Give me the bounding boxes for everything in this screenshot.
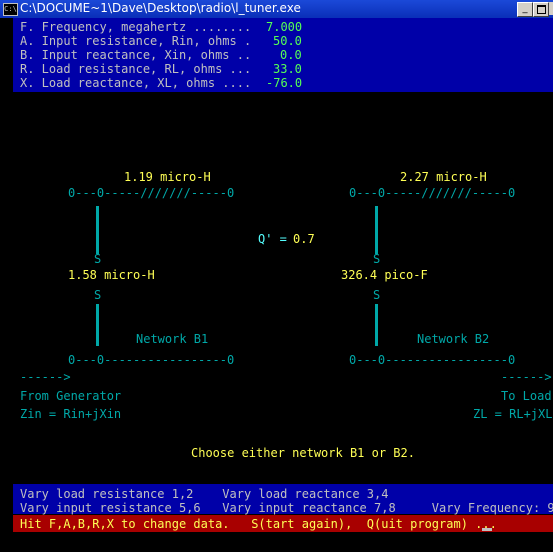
network-b2-series-value: 2.27 micro-H [400, 170, 487, 184]
window-title: C:\DOCUME~1\Dave\Desktop\radio\l_tuner.e… [20, 1, 301, 15]
network-b2-label: Network B2 [417, 332, 490, 346]
window-left-border [0, 18, 13, 552]
to-load-label: To Load [501, 389, 552, 403]
network-b1-series-value: 1.19 micro-H [124, 170, 211, 184]
close-button[interactable] [549, 2, 553, 15]
network-b1-bottom-wire: 0---0-----------------0 [68, 353, 235, 367]
network-b2-shunt-line-bottom [375, 304, 378, 346]
zin-formula: Zin = Rin+jXin [20, 407, 122, 421]
network-b2-bottom-wire: 0---0-----------------0 [349, 353, 516, 367]
network-b1-shunt-mark-top: S [94, 252, 102, 266]
param-input-resistance-label: A. Input resistance, Rin, ohms . [20, 34, 252, 48]
param-input-resistance-value: 50.0 [273, 34, 302, 48]
network-b2-shunt-mark-bottom: S [373, 288, 381, 302]
network-b2-top-wire: 0---0-----///////-----0 [349, 186, 516, 200]
network-b1-shunt-value: 1.58 micro-H [68, 268, 155, 282]
param-load-resistance-value: 33.0 [273, 62, 302, 76]
maximize-button[interactable] [533, 2, 549, 17]
q-label: Q' = [258, 232, 295, 246]
minimize-button[interactable]: _ [517, 2, 533, 17]
load-arrow: ------> [501, 370, 552, 384]
q-value: 0.7 [293, 232, 315, 246]
choose-network-prompt: Choose either network B1 or B2. [191, 446, 415, 460]
network-b2-shunt-mark-top: S [373, 252, 381, 266]
param-load-reactance-value: -76.0 [266, 76, 303, 90]
param-load-resistance-label: R. Load resistance, RL, ohms ... [20, 62, 252, 76]
network-b1-label: Network B1 [136, 332, 209, 346]
title-bar[interactable]: C:\ C:\DOCUME~1\Dave\Desktop\radio\l_tun… [0, 0, 553, 18]
param-frequency-value: 7.000 [266, 20, 303, 34]
network-b1-shunt-line-top [96, 206, 99, 254]
zl-formula: ZL = RL+jXL [473, 407, 553, 421]
param-frequency-label: F. Frequency, megahertz ........ [20, 20, 252, 34]
from-generator-label: From Generator [20, 389, 122, 403]
text-cursor [482, 528, 492, 531]
param-input-reactance-label: B. Input reactance, Xin, ohms .. [20, 48, 252, 62]
menu-line-2: Vary input resistance 5,6 Vary input rea… [20, 501, 553, 515]
generator-arrow: ------> [20, 370, 71, 384]
param-load-reactance-label: X. Load reactance, XL, ohms .... [20, 76, 252, 90]
network-b1-shunt-line-bottom [96, 304, 99, 346]
status-text: Hit F,A,B,R,X to change data. S(tart aga… [20, 517, 497, 531]
menu-line-1: Vary load resistance 1,2 Vary load react… [20, 487, 389, 501]
console-area[interactable]: F. Frequency, megahertz ........ 7.000 A… [13, 18, 553, 552]
network-b2-shunt-value: 326.4 pico-F [341, 268, 428, 282]
network-b1-top-wire: 0---0-----///////-----0 [68, 186, 235, 200]
console-window: C:\ C:\DOCUME~1\Dave\Desktop\radio\l_tun… [0, 0, 553, 552]
cmd-icon: C:\ [3, 3, 18, 16]
network-b1-shunt-mark-bottom: S [94, 288, 102, 302]
param-input-reactance-value: 0.0 [280, 48, 302, 62]
network-b2-shunt-line-top [375, 206, 378, 254]
